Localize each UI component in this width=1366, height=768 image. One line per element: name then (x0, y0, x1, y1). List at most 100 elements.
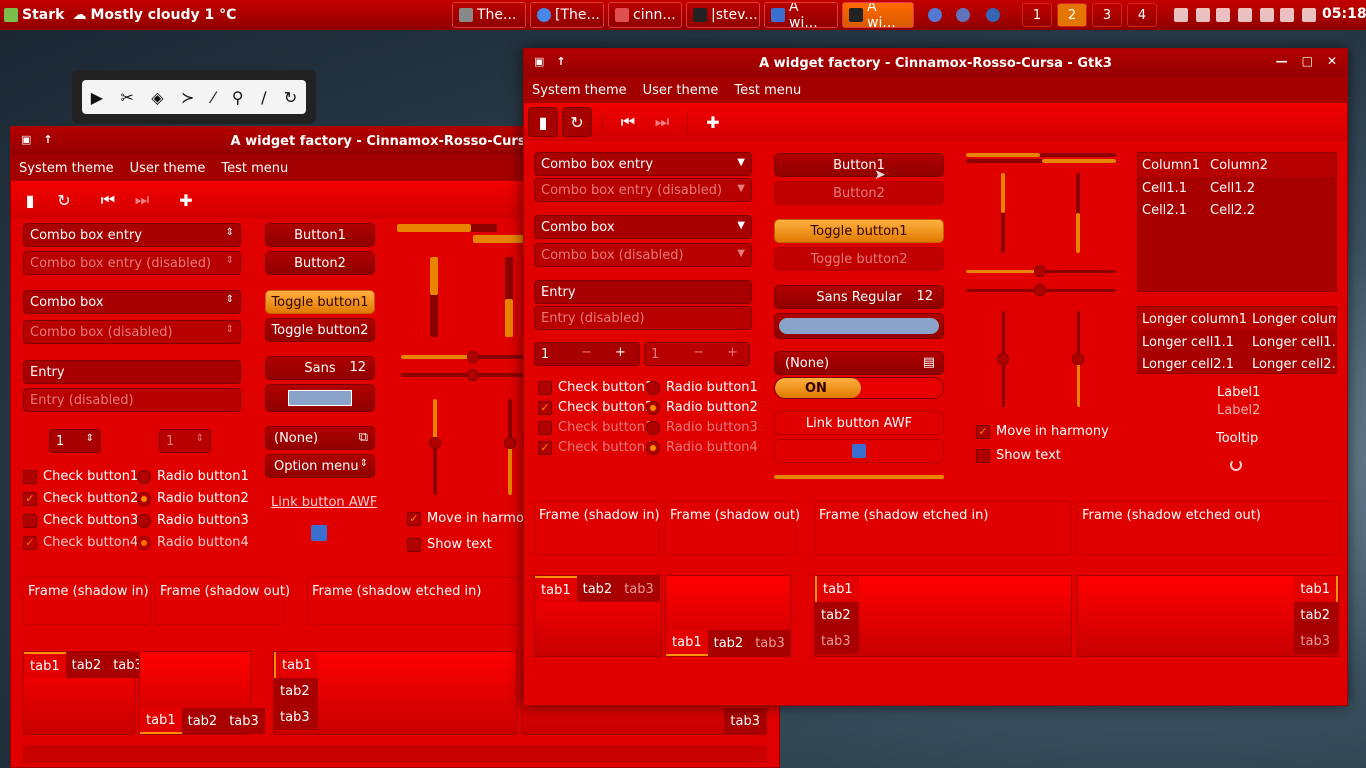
combo-box-entry[interactable]: Combo box entry ⇕ (23, 223, 241, 247)
toggle-button-1[interactable]: Toggle button1 (774, 219, 944, 243)
keyboard-icon[interactable] (1174, 8, 1188, 22)
pin-icon[interactable]: ↑ (43, 133, 52, 146)
minus-icon[interactable]: − (581, 345, 592, 360)
task-button-6[interactable]: A wi... (842, 2, 914, 28)
check-button-1[interactable]: Check button1 (538, 380, 653, 395)
move-in-harmony-check[interactable]: ✓ Move in harmony (976, 424, 1109, 439)
refresh-icon[interactable]: ↻ (562, 107, 592, 137)
vertical-scale-1[interactable] (997, 311, 1009, 407)
combo-box[interactable]: Combo box ▼ (534, 215, 752, 239)
tab-3[interactable]: tab3 (223, 708, 265, 734)
paint-bucket-icon[interactable]: ◈ (151, 88, 163, 107)
eyedropper-icon[interactable]: ⁄ (212, 88, 215, 107)
switch[interactable]: ON (774, 377, 944, 399)
go-first-icon[interactable]: ⏮ (93, 185, 123, 215)
keyboard-layout-icon[interactable] (1196, 8, 1210, 22)
book-icon[interactable]: ▮ (15, 185, 45, 215)
tools-icon[interactable]: ✂ (120, 88, 133, 107)
radio-button-1[interactable]: Radio button1 (137, 469, 249, 484)
pin-icon[interactable]: ↑ (556, 55, 565, 68)
check-button-2[interactable]: ✓ Check button2 (23, 491, 138, 506)
option-menu[interactable]: Option menu ⇕ (265, 454, 375, 478)
menu-system-theme[interactable]: System theme (532, 83, 627, 98)
file-chooser-button[interactable]: (None) ▤ (774, 351, 944, 375)
terminal-prompt-icon[interactable]: ≻ (181, 88, 194, 107)
tab-1[interactable]: tab1 (274, 652, 318, 678)
chevron-up-icon[interactable] (1302, 8, 1316, 22)
button-1[interactable]: Button1 (265, 223, 375, 247)
minimize-icon[interactable]: — (1276, 54, 1288, 68)
add-icon[interactable]: ✚ (171, 185, 201, 215)
display-icon[interactable] (1280, 8, 1294, 22)
show-text-check[interactable]: Show text (976, 448, 1061, 463)
menu-test[interactable]: Test menu (221, 161, 288, 176)
show-text-check[interactable]: Show text (407, 537, 492, 552)
entry[interactable]: Entry (23, 360, 241, 384)
radio-button-3[interactable]: Radio button3 (137, 513, 249, 528)
tree-view-1[interactable]: Column1 Column2 Cell1.1 Cell1.2 Cell2.1 Cel… (1137, 152, 1337, 292)
tab-3[interactable]: tab3 (815, 628, 859, 654)
toggle-button-2[interactable]: Toggle button2 (265, 318, 375, 342)
toggle-button-1[interactable]: Toggle button1 (265, 290, 375, 314)
tab-3[interactable]: tab3 (274, 704, 318, 730)
pen-icon[interactable] (1216, 8, 1230, 22)
menu-user-theme[interactable]: User theme (130, 161, 206, 176)
book-icon[interactable]: ▮ (528, 107, 558, 137)
tab-1[interactable]: tab1 (24, 652, 66, 678)
tree-view-2[interactable]: Longer column1 Longer colum Longer cell1.… (1137, 306, 1337, 374)
brush-icon[interactable]: ∕ (261, 88, 266, 107)
close-icon[interactable]: ✕ (1327, 54, 1337, 68)
menu-system-theme[interactable]: System theme (19, 161, 114, 176)
vertical-scale-2[interactable] (504, 399, 516, 495)
battery-icon[interactable] (1260, 8, 1274, 22)
workspace-2[interactable]: 2 (1057, 3, 1087, 27)
tab-3[interactable]: tab3 (749, 630, 791, 656)
tab-2[interactable]: tab2 (181, 708, 224, 734)
table-row[interactable]: Cell1.1 Cell1.2 (1138, 177, 1336, 199)
entry[interactable]: Entry (534, 280, 752, 304)
go-first-icon[interactable]: ⏮ (613, 107, 643, 137)
tab-1[interactable]: tab1 (815, 576, 859, 602)
chevron-down-icon[interactable]: ▼ (737, 157, 745, 168)
font-button[interactable]: Sans 12 (265, 356, 375, 380)
font-button[interactable]: Sans Regular 12 (774, 285, 944, 309)
refresh-icon[interactable]: ↻ (49, 185, 79, 215)
go-last-icon[interactable]: ⏭ (127, 185, 157, 215)
menu-button[interactable]: Stark (0, 0, 68, 30)
tab-2[interactable]: tab2 (274, 678, 318, 704)
file-chooser-button[interactable]: (None) ⧉ (265, 426, 375, 450)
play-icon[interactable]: ▶ (91, 88, 103, 107)
volume-icon[interactable] (1238, 8, 1252, 22)
workspace-4[interactable]: 4 (1127, 3, 1157, 27)
vertical-scale-1[interactable] (429, 399, 441, 495)
menu-user-theme[interactable]: User theme (643, 83, 719, 98)
weather-applet[interactable]: ☁ Mostly cloudy 1 °C (68, 0, 240, 30)
icon-button[interactable] (774, 439, 944, 463)
chrome-launcher-icon[interactable] (928, 8, 942, 22)
spin-button-1[interactable]: 1− + (534, 342, 640, 366)
link-button[interactable]: Link button AWF (774, 411, 944, 435)
move-in-harmony-check[interactable]: ✓ Move in harmony (407, 511, 540, 526)
task-button-3[interactable]: cinn... (608, 2, 682, 28)
button-1[interactable]: Button1 (774, 153, 944, 177)
color-button[interactable] (774, 313, 944, 339)
tab-3[interactable]: tab3 (724, 708, 766, 734)
combo-box-entry[interactable]: Combo box entry ▼ (534, 152, 752, 176)
spin-button-1[interactable]: 1 ⇕ (49, 429, 101, 453)
radio-button-2[interactable]: Radio button2 (646, 400, 758, 415)
widget-factory-icon[interactable] (311, 525, 327, 541)
workspace-1[interactable]: 1 (1022, 3, 1052, 27)
add-icon[interactable]: ✚ (698, 107, 728, 137)
task-button-1[interactable]: The... (452, 2, 526, 28)
hp-icon[interactable] (986, 8, 1000, 22)
clock[interactable]: 05:18 (1322, 6, 1366, 22)
check-button-3[interactable]: Check button3 (23, 513, 138, 528)
tab-2[interactable]: tab2 (65, 652, 108, 678)
workspace-3[interactable]: 3 (1092, 3, 1122, 27)
table-row[interactable]: Longer cell1.1 Longer cell1.2 (1138, 331, 1336, 353)
combo-box[interactable]: Combo box ⇕ (23, 290, 241, 314)
vertical-scale-2[interactable] (1072, 311, 1084, 407)
spin-arrows-icon[interactable]: ⇕ (86, 433, 94, 444)
tab-1[interactable]: tab1 (140, 708, 182, 734)
tab-1[interactable]: tab1 (535, 576, 577, 602)
